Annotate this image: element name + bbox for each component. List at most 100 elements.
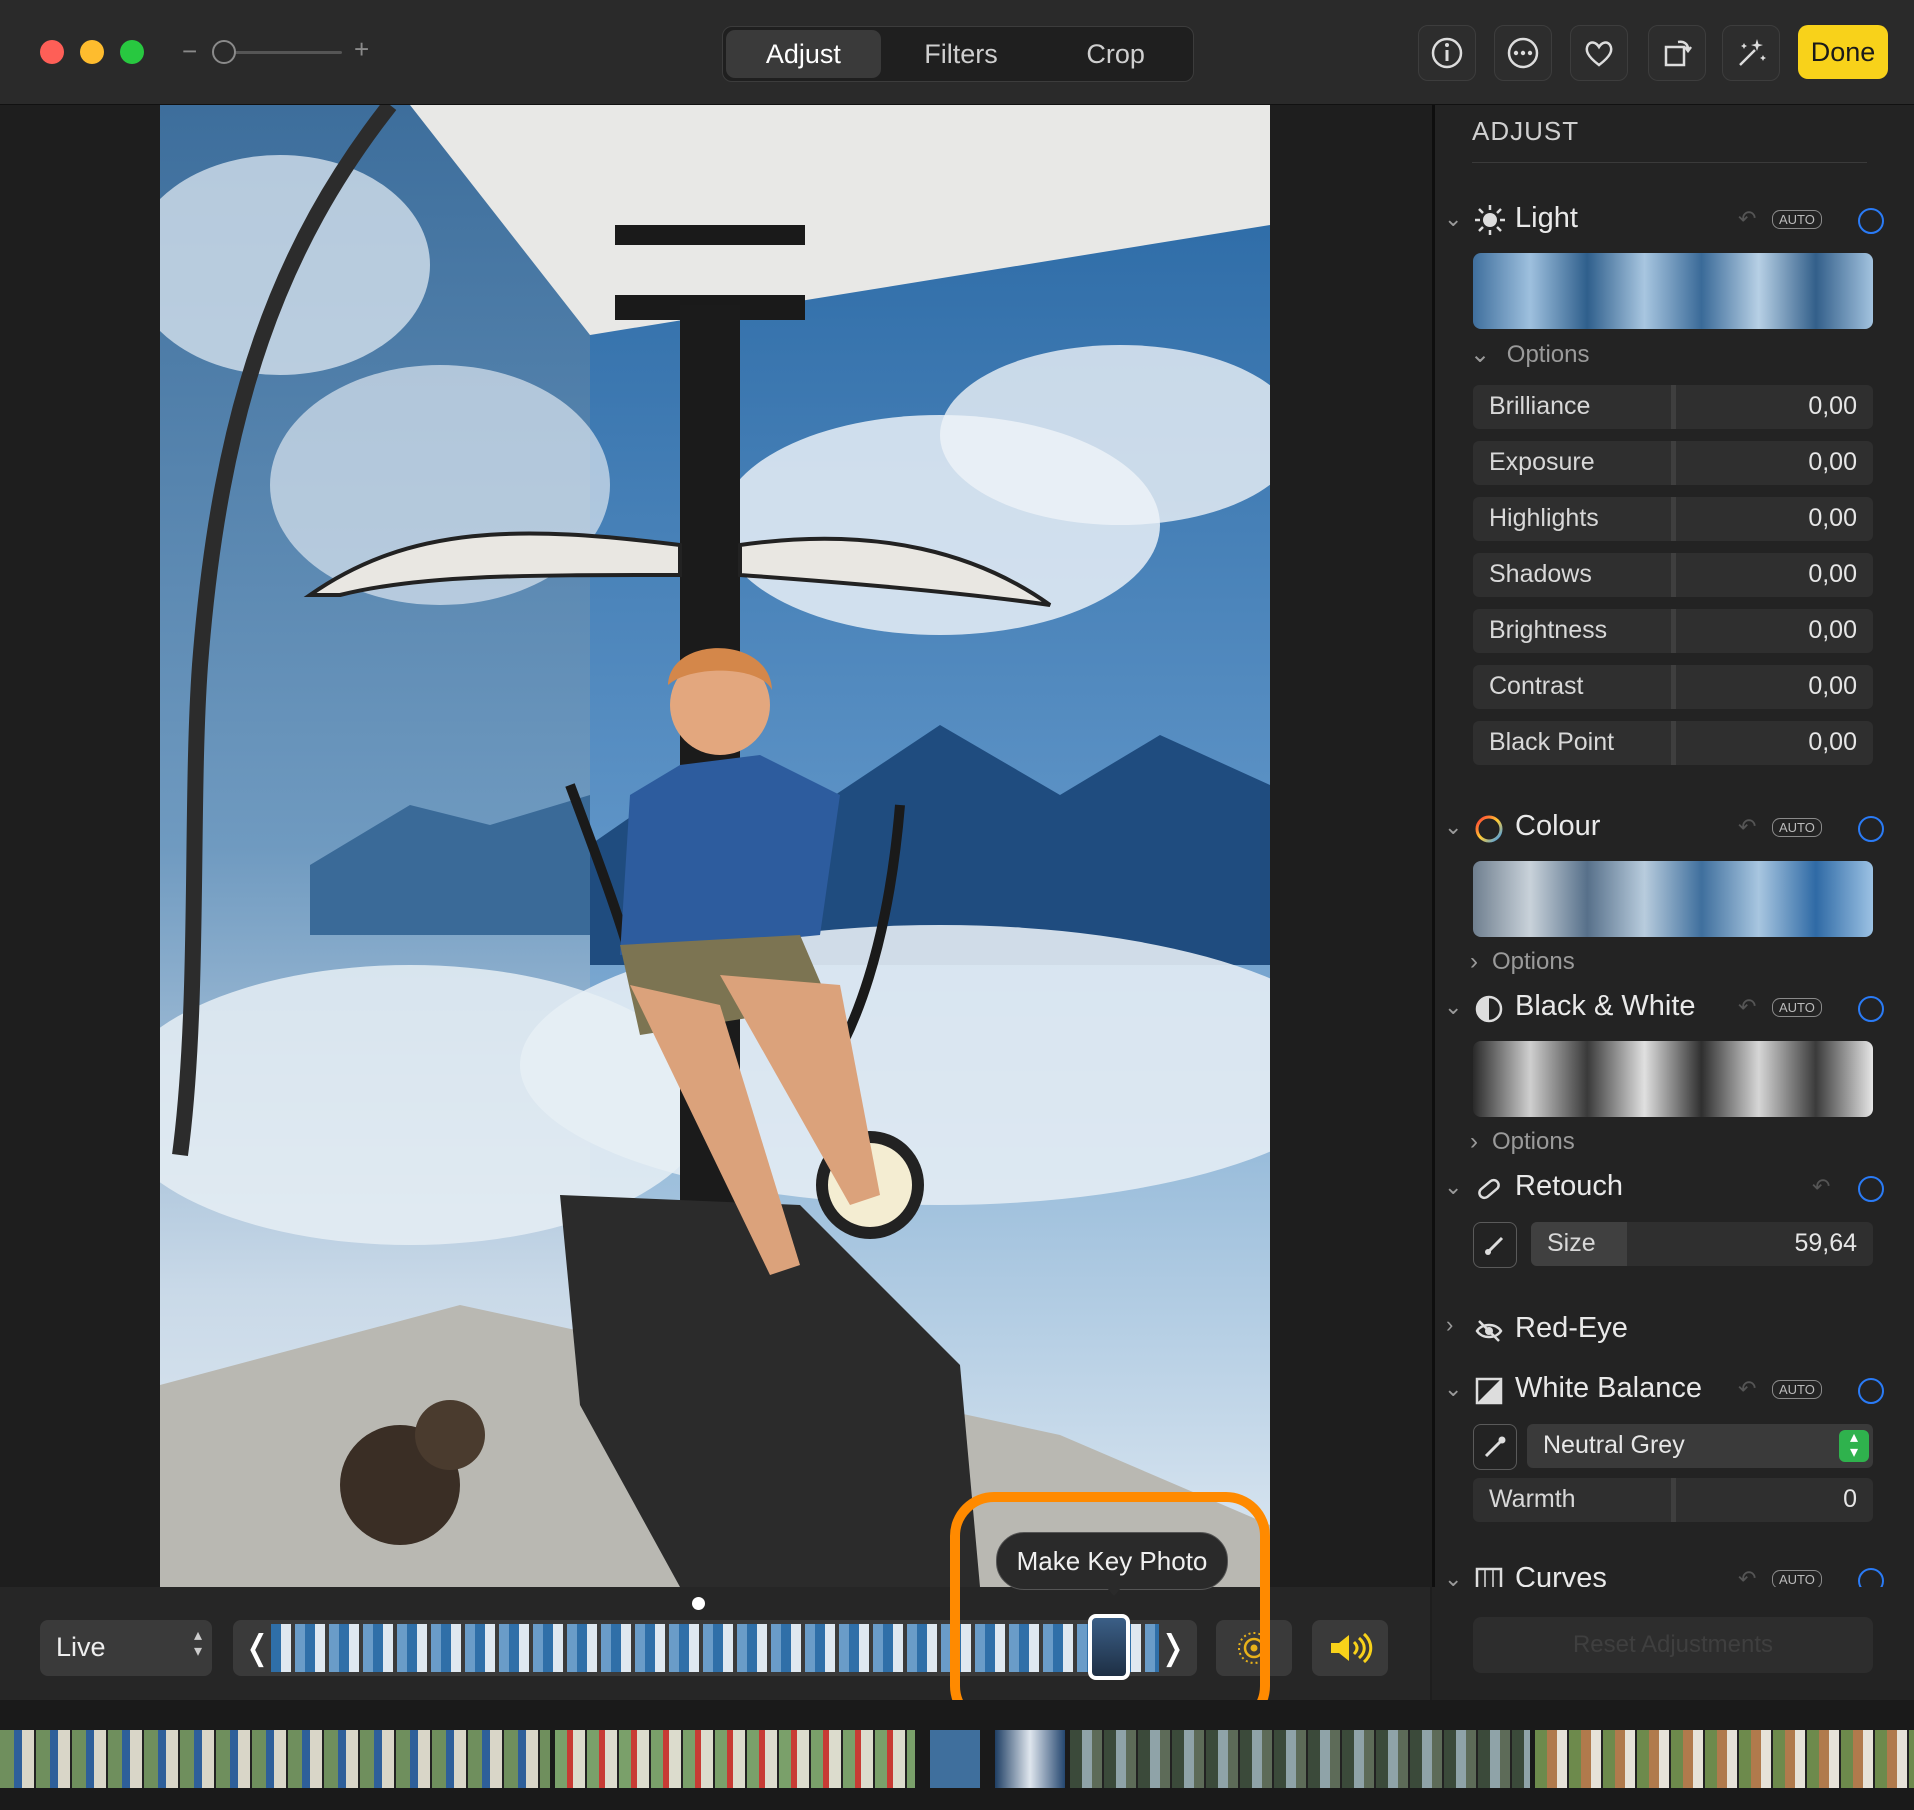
chevron-down-icon[interactable]: ⌄ <box>1444 1174 1462 1200</box>
thumbnail-group[interactable] <box>555 1730 915 1788</box>
eyedropper-icon <box>1484 1436 1506 1458</box>
half-circle-icon <box>1475 995 1503 1023</box>
thumbnail-group[interactable] <box>1070 1730 1530 1788</box>
revert-icon[interactable]: ↶ <box>1812 1174 1830 1200</box>
light-toggle[interactable] <box>1858 208 1884 234</box>
tab-filters[interactable]: Filters <box>884 27 1039 81</box>
brilliance-slider[interactable]: Brilliance 0,00 <box>1473 385 1873 429</box>
retouch-size-slider[interactable]: Size 59,64 <box>1531 1222 1873 1266</box>
thumbnail-group[interactable] <box>1535 1730 1914 1788</box>
brightness-slider[interactable]: Brightness 0,00 <box>1473 609 1873 653</box>
retouch-brush-button[interactable] <box>1473 1222 1517 1268</box>
more-button[interactable] <box>1494 25 1552 81</box>
bw-options-label: Options <box>1492 1128 1575 1155</box>
redeye-section-header[interactable]: › Red-Eye <box>1440 1310 1900 1350</box>
revert-icon[interactable]: ↶ <box>1738 814 1756 840</box>
slider-label: Brilliance <box>1489 392 1591 420</box>
chevron-down-icon: ⌄ <box>1470 341 1497 368</box>
curves-label: Curves <box>1515 1562 1607 1587</box>
thumbnail-group[interactable] <box>0 1730 550 1788</box>
live-mode-select[interactable]: Live ▴ ▾ <box>40 1620 212 1676</box>
sound-toggle-button[interactable] <box>1312 1620 1388 1676</box>
slider-value: 0,00 <box>1808 504 1857 532</box>
light-options-toggle[interactable]: ⌄ Options <box>1470 340 1590 369</box>
colour-preview-strip[interactable] <box>1473 861 1873 937</box>
favorite-button[interactable] <box>1570 25 1628 81</box>
exposure-slider[interactable]: Exposure 0,00 <box>1473 441 1873 485</box>
colour-section-header[interactable]: ⌄ Colour ↶ AUTO <box>1440 808 1900 848</box>
warmth-slider[interactable]: Warmth 0 <box>1473 1478 1873 1522</box>
done-button[interactable]: Done <box>1798 25 1888 79</box>
revert-icon[interactable]: ↶ <box>1738 206 1756 232</box>
light-section-header[interactable]: ⌄ Light ↶ AUTO <box>1440 200 1900 240</box>
chevron-down-icon[interactable]: ⌄ <box>1444 1566 1462 1587</box>
highlights-slider[interactable]: Highlights 0,00 <box>1473 497 1873 541</box>
curves-toggle[interactable] <box>1858 1568 1884 1587</box>
white-balance-section-header[interactable]: ⌄ White Balance ↶ AUTO <box>1440 1370 1900 1410</box>
magic-wand-icon <box>1739 39 1766 66</box>
revert-icon[interactable]: ↶ <box>1738 1566 1756 1587</box>
chevron-right-icon[interactable]: › <box>1446 1312 1453 1338</box>
eyedropper-button[interactable] <box>1473 1424 1517 1470</box>
bw-section-header[interactable]: ⌄ Black & White ↶ AUTO <box>1440 988 1900 1028</box>
heart-icon <box>1585 41 1613 67</box>
bw-toggle[interactable] <box>1858 996 1884 1022</box>
curves-section-header[interactable]: ⌄ Curves ↶ AUTO <box>1440 1560 1900 1587</box>
white-balance-auto-button[interactable]: AUTO <box>1772 1380 1822 1399</box>
bw-preview-strip[interactable] <box>1473 1041 1873 1117</box>
shadows-slider[interactable]: Shadows 0,00 <box>1473 553 1873 597</box>
slider-value: 0,00 <box>1808 448 1857 476</box>
colour-toggle[interactable] <box>1858 816 1884 842</box>
slider-label: Contrast <box>1489 672 1584 700</box>
light-preview-strip[interactable] <box>1473 253 1873 329</box>
bandage-icon <box>1478 1178 1500 1200</box>
mode-tabs: Adjust Filters Crop <box>722 26 1194 82</box>
thumbnail-current[interactable] <box>930 1730 980 1788</box>
rotate-icon <box>1664 40 1692 67</box>
retouch-toggle[interactable] <box>1858 1176 1884 1202</box>
tab-adjust[interactable]: Adjust <box>726 30 881 78</box>
light-auto-button[interactable]: AUTO <box>1772 210 1822 229</box>
tab-crop[interactable]: Crop <box>1038 27 1193 81</box>
chevron-down-icon[interactable]: ⌄ <box>1444 814 1462 840</box>
library-filmstrip[interactable] <box>0 1700 1914 1810</box>
slider-value: 0,00 <box>1808 728 1857 756</box>
reset-adjustments-button[interactable]: Reset Adjustments <box>1473 1617 1873 1673</box>
auto-enhance-button[interactable] <box>1722 25 1780 81</box>
chevron-right-icon: › <box>1470 1128 1478 1155</box>
white-balance-icon <box>1475 1377 1503 1405</box>
colour-options-toggle[interactable]: › Options <box>1470 948 1575 976</box>
zoom-in-label: + <box>354 34 370 64</box>
close-window-button[interactable] <box>40 40 64 64</box>
minimize-window-button[interactable] <box>80 40 104 64</box>
white-balance-toggle[interactable] <box>1858 1378 1884 1404</box>
black-point-slider[interactable]: Black Point 0,00 <box>1473 721 1873 765</box>
revert-icon[interactable]: ↶ <box>1738 994 1756 1020</box>
contrast-slider[interactable]: Contrast 0,00 <box>1473 665 1873 709</box>
slider-label: Highlights <box>1489 504 1599 532</box>
chevron-down-icon[interactable]: ⌄ <box>1444 206 1462 232</box>
light-options-label: Options <box>1506 341 1590 368</box>
info-button[interactable] <box>1418 25 1476 81</box>
trim-start-handle[interactable]: ❬ <box>243 1628 272 1668</box>
bw-auto-button[interactable]: AUTO <box>1772 998 1822 1017</box>
white-balance-mode-select[interactable]: Neutral Grey ▴ ▾ <box>1527 1424 1873 1468</box>
photo-image <box>160 105 1270 1587</box>
warmth-label: Warmth <box>1489 1485 1576 1513</box>
zoom-window-button[interactable] <box>120 40 144 64</box>
live-mode-value: Live <box>56 1632 106 1662</box>
slider-label: Exposure <box>1489 448 1595 476</box>
slider-value: 0,00 <box>1808 616 1857 644</box>
chevron-down-icon[interactable]: ⌄ <box>1444 1376 1462 1402</box>
zoom-slider-knob[interactable] <box>212 40 236 64</box>
colour-label: Colour <box>1515 810 1601 842</box>
bw-options-toggle[interactable]: › Options <box>1470 1128 1575 1156</box>
retouch-section-header[interactable]: ⌄ Retouch ↶ <box>1440 1168 1900 1208</box>
rotate-button[interactable] <box>1648 25 1706 81</box>
colour-auto-button[interactable]: AUTO <box>1772 818 1822 837</box>
curves-auto-button[interactable]: AUTO <box>1772 1570 1822 1587</box>
revert-icon[interactable]: ↶ <box>1738 1376 1756 1402</box>
chevron-down-icon[interactable]: ⌄ <box>1444 994 1462 1020</box>
eye-slash-icon <box>1475 1320 1503 1342</box>
thumbnail[interactable] <box>995 1730 1065 1788</box>
